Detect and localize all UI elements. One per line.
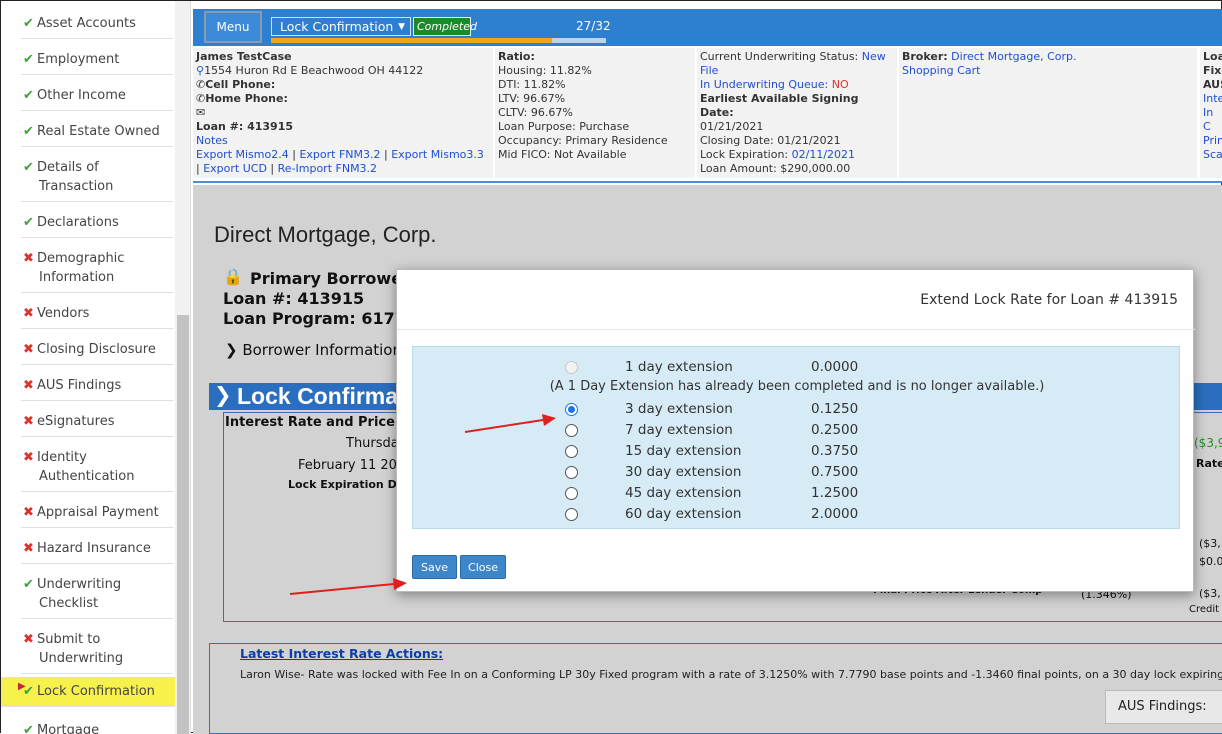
annotation-arrows [289,414,556,595]
annotation-arrow-to-radio [464,414,556,433]
annotation-arrow-to-save [289,578,407,595]
